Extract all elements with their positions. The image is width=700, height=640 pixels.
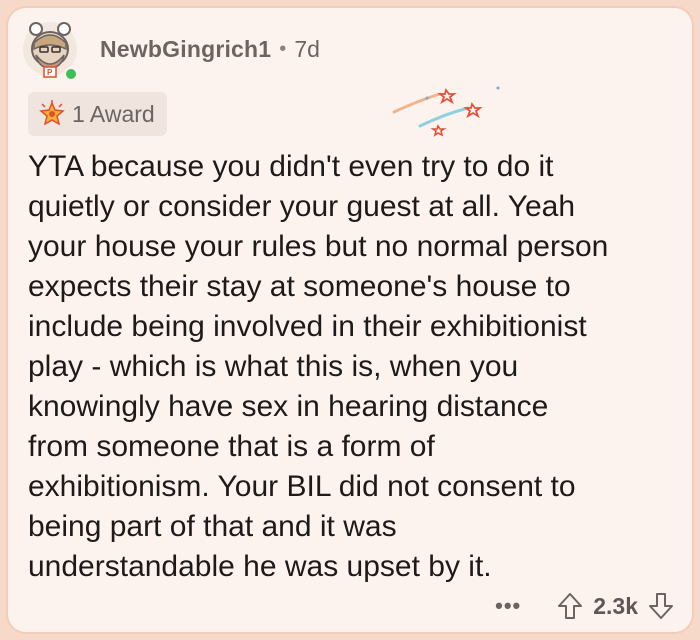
downvote-arrow-icon[interactable] (648, 592, 674, 620)
comment-line: exhibitionism. Your BIL did not consent … (28, 470, 576, 503)
upvote-arrow-icon[interactable] (557, 592, 583, 620)
username[interactable]: NewbGingrich1 (100, 36, 271, 63)
comment-line: YTA because you didn't even try to do it (28, 150, 554, 183)
meta-separator: • (279, 37, 287, 60)
award-star-icon (39, 100, 65, 126)
comment-line: include being involved in their exhibiti… (28, 310, 587, 343)
award-badge[interactable]: 1 Award (28, 92, 167, 136)
comment-line: quietly or consider your guest at all. Y… (28, 190, 576, 223)
comment-body: YTA because you didn't even try to do it… (28, 147, 678, 587)
vote-score: 2.3k (593, 592, 638, 619)
comment-actions: ••• 2.3k (495, 590, 674, 622)
comment-age: 7d (294, 35, 320, 62)
comment-header: P NewbGingrich1 • 7d (22, 14, 320, 84)
comment-line: understandable he was upset by it. (28, 550, 492, 583)
svg-text:P: P (47, 68, 53, 77)
comment-line: from someone that is a form of (28, 430, 435, 463)
award-label: 1 Award (72, 100, 155, 127)
more-options-button[interactable]: ••• (495, 593, 521, 619)
comment-card: P NewbGingrich1 • 7d 1 Award YTA because… (6, 6, 694, 634)
online-status-icon (64, 67, 78, 81)
comment-line: knowingly have sex in hearing distance (28, 390, 549, 423)
comment-line: being part of that and it was (28, 510, 397, 543)
comment-line: play - which is what this is, when you (28, 350, 519, 383)
shooting-stars-icon (392, 86, 500, 137)
comment-line: expects their stay at someone's house to (28, 270, 571, 303)
comment-line: your house your rules but no normal pers… (28, 230, 609, 263)
avatar[interactable]: P (22, 19, 78, 81)
